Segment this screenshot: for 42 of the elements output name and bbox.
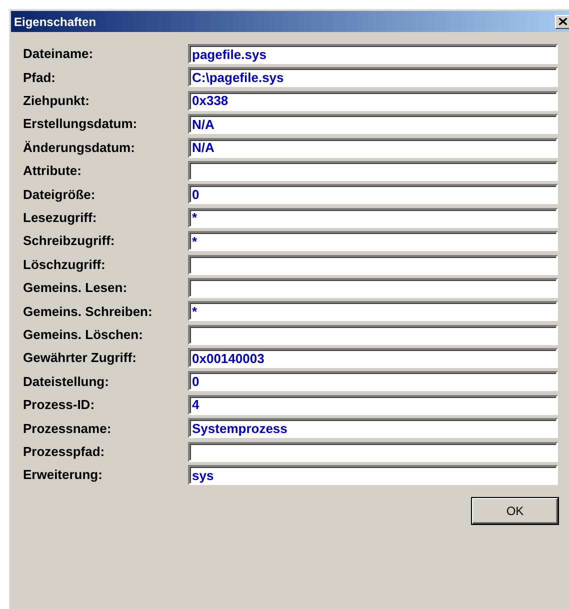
- input-field[interactable]: *: [188, 301, 558, 322]
- window-title: Eigenschaften: [14, 14, 96, 30]
- field-label: Prozess-ID:: [23, 396, 96, 414]
- input-field[interactable]: [188, 278, 558, 298]
- field-label: Gewährter Zugriff:: [23, 349, 138, 368]
- input-field[interactable]: [188, 160, 558, 181]
- field-label: Pfad:: [23, 68, 56, 87]
- field-label: Gemeins. Lesen:: [23, 279, 128, 298]
- field-label: Prozessname:: [23, 420, 112, 438]
- field-label: Lesezugriff:: [23, 208, 98, 227]
- field-label: Dateistellung:: [23, 372, 110, 391]
- field-label: Dateigröße:: [23, 186, 96, 204]
- input-field[interactable]: 4: [188, 394, 558, 415]
- field-label: Dateiname:: [23, 45, 94, 64]
- field-label: Ziehpunkt:: [23, 92, 90, 110]
- input-field[interactable]: 0x00140003: [188, 348, 558, 368]
- input-field[interactable]: 0x338: [188, 90, 558, 111]
- input-field[interactable]: pagefile.sys: [188, 44, 558, 64]
- input-field[interactable]: *: [188, 231, 558, 252]
- input-field[interactable]: [188, 442, 558, 462]
- field-label: Änderungsdatum:: [23, 138, 136, 157]
- input-field[interactable]: [188, 324, 558, 345]
- input-field[interactable]: 0: [188, 184, 558, 204]
- field-label: Prozesspfad:: [23, 442, 106, 461]
- input-field[interactable]: 0: [188, 371, 558, 392]
- input-field[interactable]: [188, 254, 558, 275]
- close-button[interactable]: [555, 14, 569, 28]
- field-label: Gemeins. Löschen:: [23, 326, 144, 344]
- input-field[interactable]: *: [188, 208, 558, 228]
- field-label: Erweiterung:: [23, 466, 104, 484]
- ok-button[interactable]: OK: [472, 498, 558, 524]
- close-icon: [559, 18, 567, 25]
- field-label: Attribute:: [23, 162, 82, 180]
- field-label: Löschzugriff:: [23, 256, 106, 274]
- field-label: Erstellungsdatum:: [23, 115, 138, 134]
- input-field[interactable]: Systemprozess: [188, 418, 558, 438]
- input-field[interactable]: sys: [188, 465, 558, 486]
- field-label: Schreibzugriff:: [23, 232, 116, 250]
- input-field[interactable]: N/A: [188, 114, 558, 134]
- field-label: Gemeins. Schreiben:: [23, 302, 154, 321]
- input-field[interactable]: C:\pagefile.sys: [188, 67, 558, 88]
- input-field[interactable]: N/A: [188, 138, 558, 158]
